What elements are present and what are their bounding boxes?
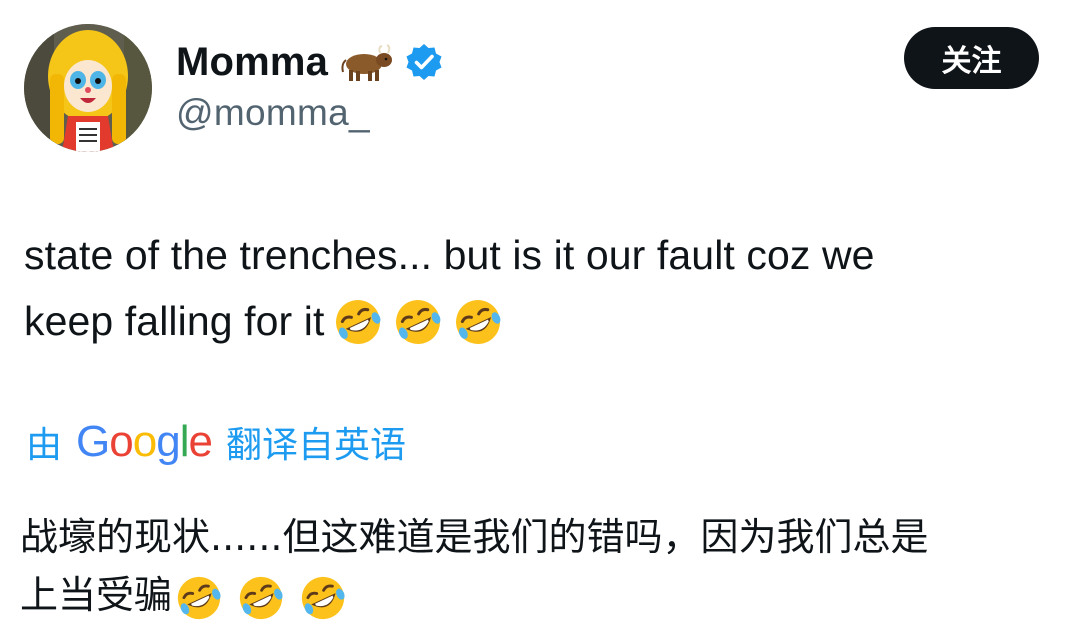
rolling-on-floor-laughing-icon [336,300,381,345]
translation-attribution: 由 Google 翻译自英语 [26,414,406,470]
rolling-on-floor-laughing-icon [239,576,283,619]
display-name[interactable]: Momma [176,40,328,85]
follow-button[interactable]: 关注 [904,27,1039,89]
ox-icon [340,42,394,82]
translated-from-english-link[interactable]: 翻译自英语 [226,416,406,468]
rolling-on-floor-laughing-icon [396,300,441,345]
rolling-on-floor-laughing-icon [301,576,345,619]
translated-text: 战壕的现状......但这难道是我们的错吗，因为我们总是 上当受骗 [20,508,1070,627]
author-handle[interactable]: @momma_ [176,92,370,134]
rolling-on-floor-laughing-icon [177,576,221,619]
tweet-text-line-2: keep falling for it [24,288,1064,357]
google-logo[interactable]: Google [76,417,213,467]
translated-text-line-2-text: 上当受骗 [20,573,173,617]
author-name-row: Momma [176,34,444,90]
avatar[interactable] [24,24,152,152]
translated-emoji-row [172,569,360,627]
translated-text-line-2: 上当受骗 [20,566,1070,627]
tweet-emoji-row [324,291,512,357]
rolling-on-floor-laughing-icon [456,300,501,345]
tweet-text: state of the trenches... but is it our f… [24,222,1064,357]
tweet-text-line-1: state of the trenches... but is it our f… [24,232,875,278]
translated-text-line-1: 战壕的现状......但这难道是我们的错吗，因为我们总是 [20,515,929,559]
tweet-text-line-2-text: keep falling for it [24,298,325,344]
verified-badge-icon [404,42,444,82]
avatar-cartoon-icon [24,24,152,152]
translated-by-label: 由 [26,425,63,466]
